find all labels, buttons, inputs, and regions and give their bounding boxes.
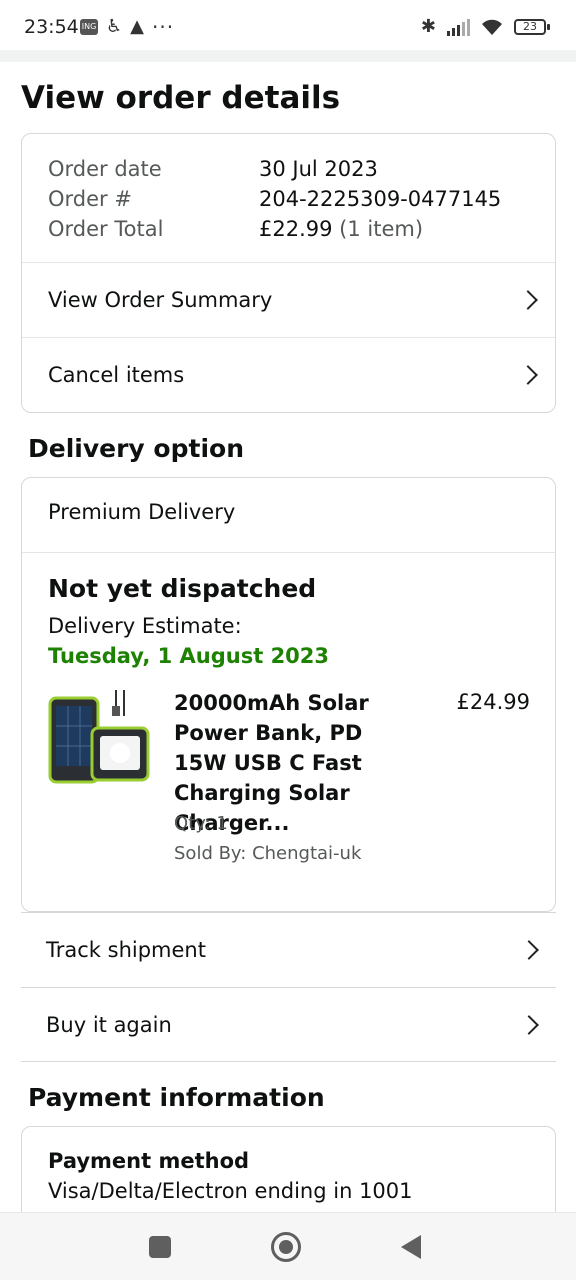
chevron-right-icon bbox=[518, 290, 538, 310]
header-separator bbox=[0, 50, 576, 62]
clock: 23:54 bbox=[24, 16, 79, 38]
delivery-estimate-label: Delivery Estimate: bbox=[48, 614, 242, 638]
status-bar: 23:54 ING ♿ ▲ ··· ✱ 23 bbox=[0, 0, 576, 50]
order-item-count: (1 item) bbox=[339, 217, 424, 241]
delivery-estimate-date: Tuesday, 1 August 2023 bbox=[48, 644, 330, 668]
bluetooth-icon: ✱ bbox=[420, 16, 436, 37]
order-number-row: Order # 204-2225309-0477145 bbox=[48, 184, 501, 214]
order-info: Order date 30 Jul 2023 Order # 204-22253… bbox=[48, 154, 501, 244]
shipment-status: Not yet dispatched bbox=[48, 574, 317, 603]
chevron-right-icon bbox=[518, 365, 538, 385]
chevron-right-icon bbox=[519, 940, 539, 960]
notification-icons: ING ♿ ▲ ··· bbox=[80, 16, 174, 38]
more-notifications-icon: ··· bbox=[151, 15, 175, 39]
order-number-label: Order # bbox=[48, 187, 132, 211]
track-shipment-label: Track shipment bbox=[46, 938, 206, 962]
ing-app-icon: ING bbox=[80, 19, 98, 35]
product-image[interactable] bbox=[48, 688, 152, 784]
payment-section-title: Payment information bbox=[28, 1083, 325, 1112]
battery-icon: 23 bbox=[514, 19, 550, 35]
product-quantity: Qty: 1 bbox=[174, 813, 228, 834]
back-button[interactable] bbox=[401, 1235, 421, 1259]
delivery-type: Premium Delivery bbox=[48, 500, 236, 524]
order-date-value: 30 Jul 2023 bbox=[259, 157, 378, 181]
order-total-label: Order Total bbox=[48, 217, 164, 241]
order-date-label: Order date bbox=[48, 157, 162, 181]
chevron-right-icon bbox=[519, 1014, 539, 1035]
order-total-value: £22.99 bbox=[259, 217, 333, 241]
view-order-summary-link[interactable]: View Order Summary bbox=[22, 262, 555, 337]
order-number-value: 204-2225309-0477145 bbox=[259, 187, 502, 211]
order-info-card: Order date 30 Jul 2023 Order # 204-22253… bbox=[21, 133, 556, 413]
cancel-items-label: Cancel items bbox=[48, 363, 185, 387]
system-nav-bar bbox=[0, 1212, 576, 1280]
delivery-card: Premium Delivery Not yet dispatched Deli… bbox=[21, 477, 556, 912]
product-price: £24.99 bbox=[456, 690, 530, 714]
accessibility-icon: ♿ bbox=[106, 16, 123, 37]
home-button[interactable] bbox=[271, 1232, 301, 1262]
recents-button[interactable] bbox=[149, 1236, 171, 1258]
buy-it-again-label: Buy it again bbox=[46, 1012, 172, 1037]
drive-icon: ▲ bbox=[130, 16, 144, 37]
divider bbox=[22, 552, 555, 553]
cancel-items-link[interactable]: Cancel items bbox=[22, 337, 555, 412]
view-order-summary-label: View Order Summary bbox=[48, 288, 273, 312]
product-seller: Sold By: Chengtai-uk bbox=[174, 843, 362, 864]
payment-method-label: Payment method bbox=[48, 1149, 250, 1173]
buy-it-again-link[interactable]: Buy it again bbox=[21, 987, 556, 1062]
track-shipment-link[interactable]: Track shipment bbox=[21, 912, 556, 987]
order-total-row: Order Total £22.99 (1 item) bbox=[48, 214, 501, 244]
payment-method-value: Visa/Delta/Electron ending in 1001 bbox=[48, 1179, 413, 1203]
delivery-section-title: Delivery option bbox=[28, 434, 244, 463]
page-title: View order details bbox=[21, 80, 341, 116]
order-date-row: Order date 30 Jul 2023 bbox=[48, 154, 501, 184]
wifi-icon bbox=[482, 19, 502, 35]
system-icons: ✱ 23 bbox=[420, 15, 550, 39]
signal-icon bbox=[447, 19, 470, 36]
